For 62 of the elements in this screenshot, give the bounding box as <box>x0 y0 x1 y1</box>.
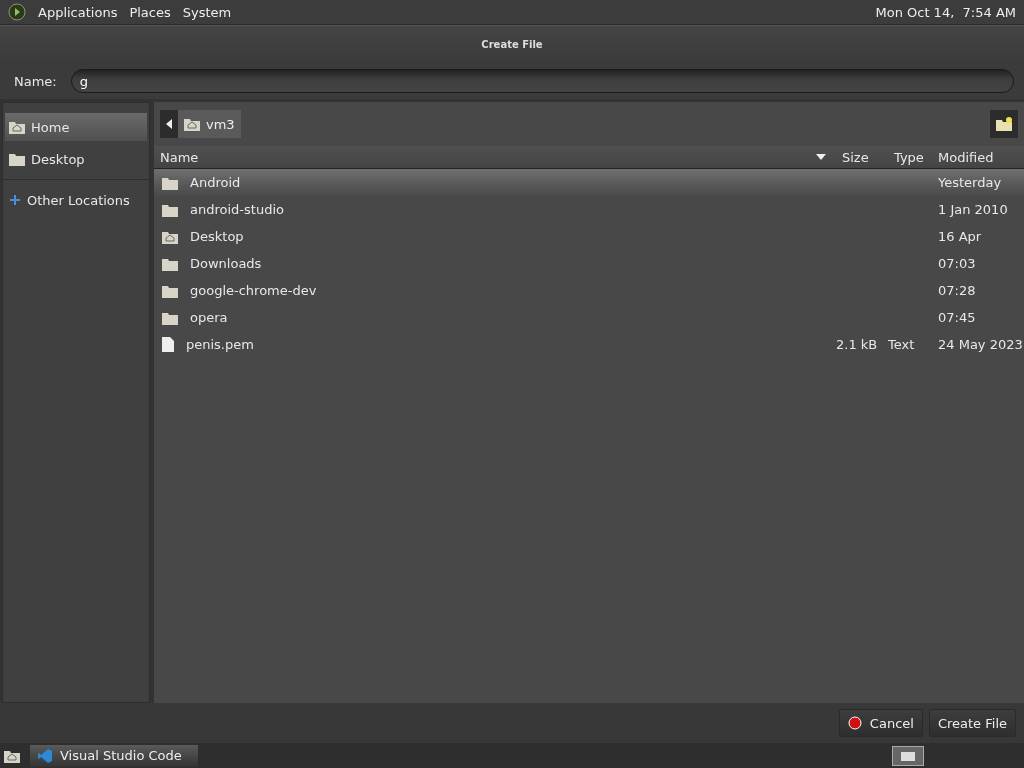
sort-down-icon <box>816 154 826 160</box>
file-modified: 16 Apr <box>938 229 982 244</box>
folder-icon <box>162 175 178 190</box>
panel-menu[interactable]: System <box>182 4 232 20</box>
file-row[interactable]: Downloads 07:03 <box>154 250 1024 277</box>
folder-icon <box>162 256 178 271</box>
panel-menu[interactable]: Places <box>129 4 171 20</box>
file-row[interactable]: opera 07:45 <box>154 304 1024 331</box>
file-name: penis.pem <box>186 337 254 352</box>
file-modified: 24 May 2023 <box>938 337 1023 352</box>
logo-icon <box>8 3 26 21</box>
file-name: google-chrome-dev <box>190 283 317 298</box>
desktop-folder-icon <box>4 748 20 763</box>
file-row[interactable]: google-chrome-dev 07:28 <box>154 277 1024 304</box>
cancel-button[interactable]: Cancel <box>838 709 923 737</box>
folder-icon <box>162 310 178 325</box>
file-row[interactable]: Android Yesterday <box>154 169 1024 196</box>
window-icon[interactable] <box>892 745 924 766</box>
clock: Mon Oct 14, 7:54 AM <box>875 4 1016 20</box>
folder-icon <box>162 283 178 298</box>
file-modified: Yesterday <box>938 175 1002 190</box>
folder-icon <box>162 202 178 217</box>
stop-icon <box>847 716 862 730</box>
file-name: Downloads <box>190 256 262 271</box>
sidebar-item[interactable]: Desktop <box>5 145 147 173</box>
home-folder-icon <box>184 117 200 131</box>
plus-icon <box>9 194 21 206</box>
file-modified: 07:03 <box>938 256 976 271</box>
file-icon <box>162 337 174 352</box>
column-title[interactable]: Type <box>894 149 924 165</box>
home-folder-icon <box>9 120 25 134</box>
code-editor-icon <box>38 748 52 763</box>
name-field[interactable]: g <box>70 69 1014 93</box>
file-modified: 07:45 <box>938 310 976 325</box>
file-name: Android <box>190 175 241 190</box>
left-arrow-icon <box>166 119 172 129</box>
file-name: android-studio <box>190 202 284 217</box>
panel-menu[interactable]: Applications <box>38 4 118 20</box>
file-name: Desktop <box>190 229 244 244</box>
back-button[interactable] <box>160 110 178 138</box>
sidebar-item[interactable]: Home <box>5 113 147 141</box>
home-folder-icon <box>162 229 178 244</box>
file-row[interactable]: android-studio 1 Jan 2010 <box>154 196 1024 223</box>
column-title[interactable]: Size <box>842 149 869 165</box>
column-title[interactable]: Modified <box>938 149 994 165</box>
create-file-button[interactable]: Create File <box>928 709 1016 737</box>
new-folder-icon <box>996 117 1012 131</box>
file-row[interactable]: Desktop 16 Apr <box>154 223 1024 250</box>
file-row[interactable]: penis.pem 2.1 kB Text 24 May 2023 <box>154 331 1024 358</box>
file-name: opera <box>190 310 228 325</box>
file-modified: 07:28 <box>938 283 976 298</box>
file-size: 2.1 kB <box>836 337 878 352</box>
new-folder-button[interactable] <box>990 110 1018 138</box>
name-label: Name: <box>14 73 57 89</box>
column-title[interactable]: Name <box>160 149 199 165</box>
path-segment[interactable]: vm3 <box>178 110 241 138</box>
file-type: Text <box>888 337 915 352</box>
folder-icon <box>9 152 25 166</box>
sidebar-item[interactable]: Other Locations <box>5 186 147 214</box>
file-modified: 1 Jan 2010 <box>938 202 1008 217</box>
window-title: Create File <box>481 39 543 50</box>
taskbar-task[interactable]: Visual Studio Code <box>30 744 198 767</box>
